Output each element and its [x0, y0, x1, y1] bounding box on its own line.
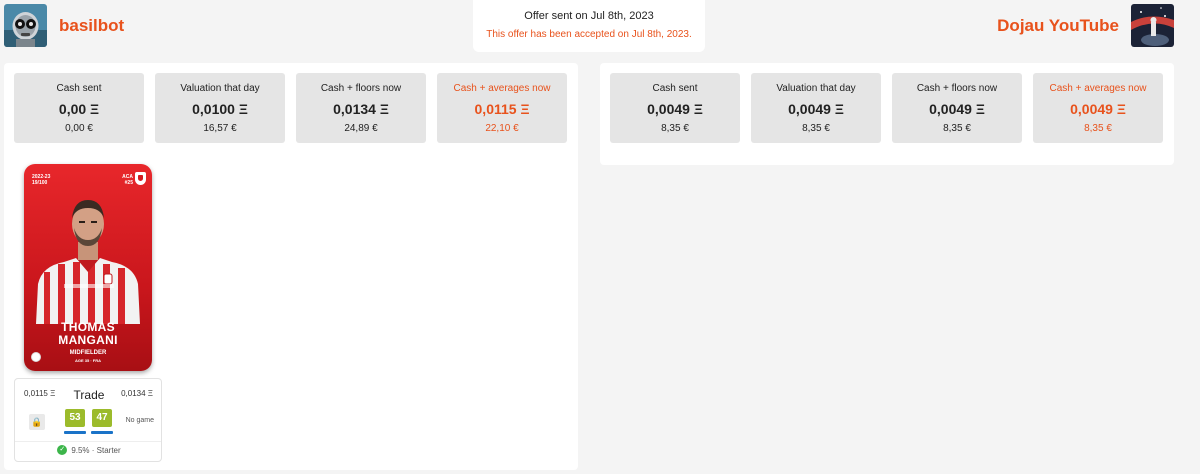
stat-eur: 8,35 € [802, 123, 830, 134]
player-card[interactable]: 2022-23 19/100 ACA #25 THOMAS MANGANI MI… [24, 164, 152, 371]
stat-value: 0,0049 Ξ [1070, 101, 1126, 117]
trade-divider [15, 441, 161, 442]
stat-value: 0,00 Ξ [58, 101, 100, 117]
right-stats-row: Cash sent 0,0049 Ξ 8,35 € Valuation that… [610, 73, 1163, 143]
offer-status-box: Offer sent on Jul 8th, 2023 This offer h… [473, 0, 705, 52]
starter-status: ✓ 9.5% · Starter [15, 445, 163, 455]
right-stat-averages: Cash + averages now 0,0049 Ξ 8,35 € [1033, 73, 1163, 143]
stat-value: 0,0049 Ξ [788, 101, 844, 117]
stat-value: 0,0049 Ξ [929, 101, 985, 117]
offer-accepted-text: This offer has been accepted on Jul 8th,… [486, 29, 692, 40]
starter-status-text: 9.5% · Starter [71, 445, 121, 455]
stat-label: Cash + averages now [453, 83, 551, 94]
stat-eur: 16,57 € [203, 123, 237, 134]
right-stat-cash-sent: Cash sent 0,0049 Ξ 8,35 € [610, 73, 740, 143]
left-offer-panel: Cash sent 0,00 Ξ 0,00 € Valuation that d… [4, 63, 578, 470]
stat-label: Cash + floors now [320, 83, 402, 94]
right-offer-panel: Cash sent 0,0049 Ξ 8,35 € Valuation that… [600, 63, 1174, 165]
stat-eur: 0,00 € [65, 123, 93, 134]
right-user-header: Dojau YouTube [997, 4, 1174, 47]
stat-label: Cash + floors now [916, 83, 998, 94]
stat-eur: 8,35 € [943, 123, 971, 134]
card-age: AGE 35 · FRA [74, 358, 101, 363]
ball-icon [31, 352, 41, 362]
left-username[interactable]: basilbot [59, 16, 124, 36]
stat-eur: 22,10 € [485, 123, 519, 134]
stat-value: 0,0115 Ξ [474, 101, 530, 117]
offer-sent-date: Offer sent on Jul 8th, 2023 [524, 10, 654, 22]
card-player-name: THOMAS MANGANI [24, 321, 152, 347]
robot-avatar-icon[interactable] [4, 4, 47, 47]
stat-label: Cash sent [652, 83, 698, 94]
left-stats-row: Cash sent 0,00 Ξ 0,00 € Valuation that d… [14, 73, 567, 143]
stat-label: Valuation that day [776, 83, 856, 94]
stat-eur: 24,89 € [344, 123, 378, 134]
score-badge-1: 53 [65, 409, 85, 427]
card-last-name: MANGANI [58, 333, 118, 347]
stat-value: 0,0134 Ξ [333, 101, 389, 117]
left-stat-floors: Cash + floors now 0,0134 Ξ 24,89 € [296, 73, 426, 143]
left-stat-valuation: Valuation that day 0,0100 Ξ 16,57 € [155, 73, 285, 143]
stat-label: Cash + averages now [1049, 83, 1147, 94]
trade-right-price: 0,0134 Ξ [121, 389, 153, 398]
right-stat-floors: Cash + floors now 0,0049 Ξ 8,35 € [892, 73, 1022, 143]
score-badge-2: 47 [92, 409, 112, 427]
left-stat-averages: Cash + averages now 0,0115 Ξ 22,10 € [437, 73, 567, 143]
card-position: MIDFIELDER [69, 350, 107, 356]
stat-eur: 8,35 € [661, 123, 689, 134]
right-avatar[interactable] [1131, 4, 1174, 47]
player-photo [36, 200, 140, 324]
lock-icon: 🔒 [29, 414, 45, 430]
right-stat-valuation: Valuation that day 0,0049 Ξ 8,35 € [751, 73, 881, 143]
trade-info-box: 0,0115 Ξ Trade 0,0134 Ξ 🔒 53 47 No game … [14, 378, 162, 462]
left-stat-cash-sent: Cash sent 0,00 Ξ 0,00 € [14, 73, 144, 143]
stat-value: 0,0049 Ξ [647, 101, 703, 117]
check-circle-icon: ✓ [57, 445, 68, 455]
score-bar-2 [91, 431, 113, 434]
no-game-label: No game [125, 417, 154, 424]
stat-label: Cash sent [56, 83, 102, 94]
right-username[interactable]: Dojau YouTube [997, 16, 1119, 36]
stat-value: 0,0100 Ξ [192, 101, 248, 117]
stat-label: Valuation that day [180, 83, 260, 94]
score-bar-1 [64, 431, 86, 434]
stat-eur: 8,35 € [1084, 123, 1112, 134]
left-user-header: basilbot [4, 4, 124, 47]
